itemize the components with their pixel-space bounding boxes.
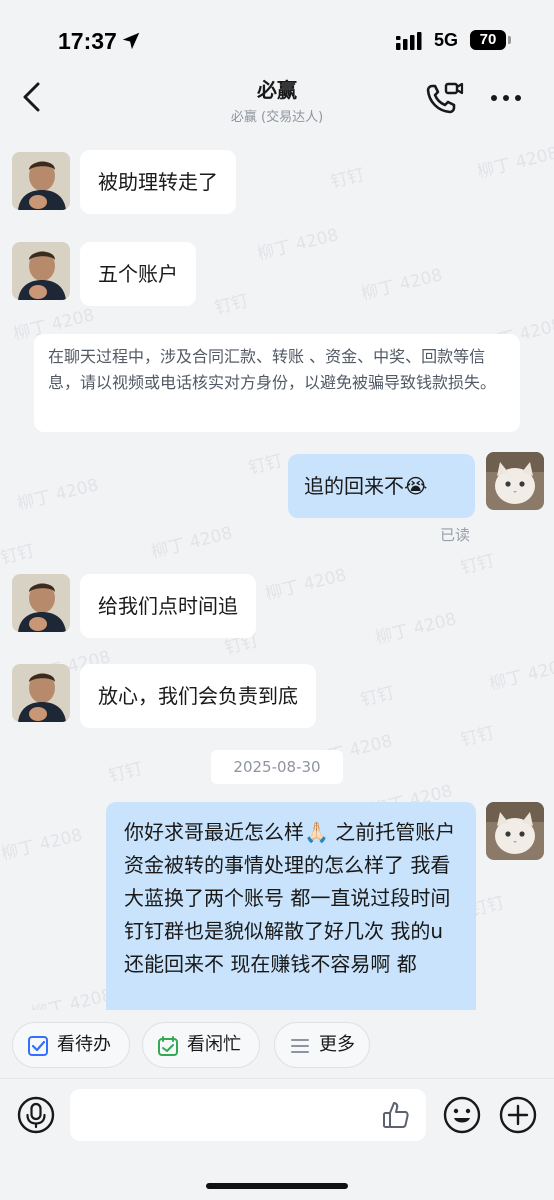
watermark: 钉钉 <box>358 683 397 711</box>
quick-actions-bar: 看待办 看闲忙 更多 <box>0 1010 554 1078</box>
battery-level: 70 <box>470 30 506 50</box>
signal-icon <box>396 32 422 50</box>
self-avatar[interactable] <box>486 452 544 510</box>
chip-label: 看闲忙 <box>187 1034 241 1055</box>
watermark: 柳丁 4208 <box>487 655 554 695</box>
watermark: 钉钉 <box>458 551 497 579</box>
message-bubble-in[interactable]: 放心，我们会负责到底 <box>80 664 316 728</box>
message-bubble-in[interactable]: 给我们点时间追 <box>80 574 256 638</box>
watermark: 柳丁 4208 <box>29 985 115 1010</box>
message-input[interactable] <box>70 1089 426 1141</box>
watermark: 钉钉 <box>0 541 37 569</box>
status-time: 17:37 <box>58 28 117 54</box>
message-list[interactable]: 钉钉 柳丁 4208 柳丁 4208 柳丁 4208 钉钉 柳丁 4208 柳丁… <box>0 130 554 1010</box>
watermark: 柳丁 4208 <box>15 475 101 515</box>
message-bubble-out[interactable]: 追的回来不😭 <box>288 454 475 518</box>
more-chip[interactable]: 更多 <box>274 1022 370 1068</box>
contact-avatar[interactable] <box>12 242 70 300</box>
todo-chip[interactable]: 看待办 <box>12 1022 130 1068</box>
input-bar <box>0 1078 554 1200</box>
watermark: 柳丁 4208 <box>475 143 554 183</box>
calendar-check-icon <box>158 1036 178 1056</box>
chat-title[interactable]: 必赢 <box>0 74 554 103</box>
read-status: 已读 <box>440 526 471 544</box>
home-indicator <box>206 1183 348 1189</box>
availability-chip[interactable]: 看闲忙 <box>142 1022 260 1068</box>
watermark: 钉钉 <box>458 723 497 751</box>
chip-label: 更多 <box>319 1034 355 1055</box>
plus-icon[interactable] <box>498 1095 538 1135</box>
watermark: 柳丁 4208 <box>0 825 85 865</box>
security-notice: 在聊天过程中，涉及合同汇款、转账 、资金、中奖、回款等信息，请以视频或电话核实对… <box>34 334 520 432</box>
date-separator: 2025-08-30 <box>211 750 343 784</box>
status-bar: 17:37 5G 70 <box>0 0 554 60</box>
watermark: 柳丁 4208 <box>359 265 445 305</box>
thumbs-up-icon[interactable] <box>380 1099 412 1131</box>
contact-avatar[interactable] <box>12 152 70 210</box>
checkbox-icon <box>28 1036 48 1056</box>
battery-cap <box>508 36 511 44</box>
chat-header: 必赢 必赢 (交易达人) <box>0 60 554 130</box>
video-call-icon[interactable] <box>424 80 464 116</box>
chat-subtitle: 必赢 (交易达人) <box>230 110 324 125</box>
watermark: 柳丁 4208 <box>263 565 349 605</box>
voice-input-icon[interactable] <box>16 1095 56 1135</box>
watermark: 柳丁 4208 <box>255 225 341 265</box>
emoji-icon[interactable] <box>442 1095 482 1135</box>
watermark: 柳丁 4208 <box>149 523 235 563</box>
more-icon[interactable] <box>488 86 524 110</box>
chip-label: 看待办 <box>57 1034 111 1055</box>
message-bubble-out[interactable]: 你好求哥最近怎么样🙏🏻 之前托管账户资金被转的事情处理的怎么样了 我看大蓝换了两… <box>106 802 476 1010</box>
crying-emoji-icon: 😭 <box>404 474 428 498</box>
network-type: 5G <box>434 30 459 50</box>
contact-avatar[interactable] <box>12 574 70 632</box>
location-arrow-icon <box>122 32 140 50</box>
self-avatar[interactable] <box>486 802 544 860</box>
watermark: 钉钉 <box>106 759 145 787</box>
message-bubble-in[interactable]: 被助理转走了 <box>80 150 236 214</box>
watermark: 柳丁 4208 <box>373 609 459 649</box>
watermark: 钉钉 <box>328 165 367 193</box>
contact-avatar[interactable] <box>12 664 70 722</box>
menu-lines-icon <box>291 1039 309 1053</box>
message-bubble-in[interactable]: 五个账户 <box>80 242 196 306</box>
message-text: 追的回来不 <box>304 474 404 498</box>
watermark: 钉钉 <box>212 291 251 319</box>
watermark: 钉钉 <box>246 451 285 479</box>
